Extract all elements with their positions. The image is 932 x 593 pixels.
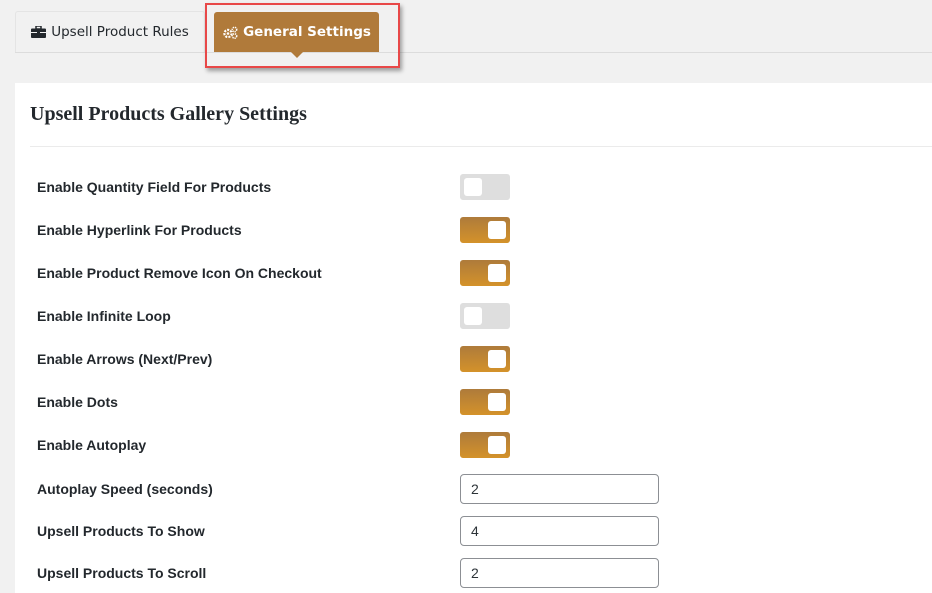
tab-label: Upsell Product Rules (51, 24, 189, 40)
setting-toggle[interactable] (460, 389, 510, 415)
setting-label: Enable Infinite Loop (37, 308, 171, 324)
settings-tabs: Upsell Product Rules General Settings (15, 11, 932, 58)
tab-upsell-product-rules[interactable]: Upsell Product Rules (15, 11, 205, 52)
tab-label: General Settings (243, 24, 371, 40)
setting-label: Upsell Products To Scroll (37, 565, 207, 581)
setting-toggle[interactable] (460, 346, 510, 372)
setting-label: Upsell Products To Show (37, 523, 205, 539)
setting-toggle[interactable] (460, 260, 510, 286)
setting-row: Enable Quantity Field For Products (37, 174, 677, 200)
toggle-knob (488, 436, 506, 454)
setting-label: Enable Hyperlink For Products (37, 222, 242, 238)
setting-row: Enable Arrows (Next/Prev) (37, 346, 677, 372)
divider (30, 146, 932, 147)
setting-row: Enable Infinite Loop (37, 303, 677, 329)
toggle-knob (464, 307, 482, 325)
setting-toggle[interactable] (460, 303, 510, 329)
toggle-knob (464, 178, 482, 196)
toggle-knob (488, 393, 506, 411)
setting-label: Enable Product Remove Icon On Checkout (37, 265, 322, 281)
setting-toggle[interactable] (460, 217, 510, 243)
setting-toggle[interactable] (460, 432, 510, 458)
tab-general-settings[interactable]: General Settings (214, 12, 379, 58)
active-tab-caret (290, 52, 303, 58)
setting-number-input[interactable] (460, 474, 659, 504)
setting-row: Autoplay Speed (seconds) (37, 474, 677, 504)
setting-row: Enable Autoplay (37, 432, 677, 458)
setting-label: Enable Dots (37, 394, 118, 410)
setting-toggle[interactable] (460, 174, 510, 200)
setting-row: Enable Hyperlink For Products (37, 217, 677, 243)
setting-label: Autoplay Speed (seconds) (37, 481, 213, 497)
setting-row: Enable Product Remove Icon On Checkout (37, 260, 677, 286)
setting-number-input[interactable] (460, 558, 659, 588)
setting-row: Upsell Products To Scroll (37, 558, 677, 588)
toggle-knob (488, 221, 506, 239)
toggle-knob (488, 350, 506, 368)
panel-title: Upsell Products Gallery Settings (30, 103, 307, 125)
setting-row: Upsell Products To Show (37, 516, 677, 546)
toggle-knob (488, 264, 506, 282)
setting-label: Enable Autoplay (37, 437, 147, 453)
briefcase-icon (31, 26, 47, 38)
setting-label: Enable Arrows (Next/Prev) (37, 351, 213, 367)
setting-label: Enable Quantity Field For Products (37, 179, 272, 195)
gears-icon (222, 26, 238, 39)
setting-number-input[interactable] (460, 516, 659, 546)
setting-row: Enable Dots (37, 389, 677, 415)
